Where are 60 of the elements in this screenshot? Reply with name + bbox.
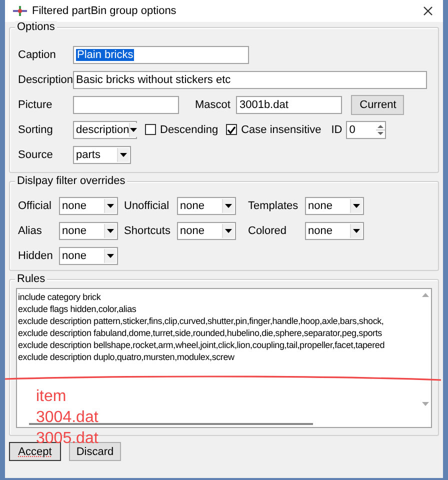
field-label: Official (18, 200, 52, 212)
group-title: Dislpay filter overrides (15, 175, 128, 187)
field-label: Colored (248, 224, 288, 236)
dropdown-arrow-icon (107, 204, 114, 208)
dropdown[interactable]: description (73, 120, 137, 138)
dropdown-arrow-icon (130, 128, 138, 132)
field-label: Sorting (18, 124, 54, 136)
rule-line: exclude description duplo,quatro,mursten,modulex,screw (18, 351, 236, 363)
checkbox-label: Descending (160, 124, 218, 136)
field-label: Caption (18, 48, 57, 60)
accept-button[interactable]: Accept (9, 442, 61, 461)
dropdown[interactable]: none (177, 222, 236, 240)
rule-line: exclude flags hidden,color,alias (18, 303, 138, 315)
checkbox[interactable] (226, 124, 238, 135)
checkbox[interactable] (145, 124, 156, 135)
rule-line: exclude description fabuland,dome,turret,side,rounded,hubelino,die,sphere,separator,peg,sports (18, 327, 383, 339)
dropdown[interactable]: none (305, 196, 364, 214)
group-title: Rules (15, 273, 48, 285)
horizontal-scrollbar[interactable] (29, 423, 313, 425)
discard-button[interactable]: Discard (69, 442, 121, 461)
field-label: Alias (18, 224, 43, 236)
text-field[interactable]: Plain bricks (73, 46, 249, 64)
dropdown[interactable]: none (59, 196, 118, 214)
text-field[interactable]: 3001b.dat (236, 96, 342, 114)
dropdown-arrow-icon (120, 152, 127, 156)
dropdown[interactable]: none (59, 222, 118, 240)
app-icon (13, 5, 27, 17)
annotation-text: 3004.dat (36, 408, 98, 428)
window-title: Filtered partBin group options (32, 5, 178, 17)
check-icon (227, 126, 236, 134)
annotation-text: item (36, 387, 66, 407)
field-label: Hidden (18, 250, 54, 262)
dropdown-arrow-icon (107, 228, 114, 232)
spin-field[interactable]: 0 (346, 120, 386, 138)
current-button[interactable]: Current (351, 94, 404, 114)
field-label: Unofficial (124, 200, 170, 212)
rule-line: exclude description pattern,sticker,fins,clip,curved,shutter,pin,finger,handle,hoop,axle,bars,shock, (18, 315, 385, 327)
dropdown-arrow-icon (353, 204, 360, 208)
dropdown[interactable]: none (59, 246, 118, 264)
dropdown-arrow-icon (225, 228, 232, 232)
group-title: Options (15, 21, 57, 33)
field-label: Templates (248, 200, 300, 212)
field-label: Picture (18, 98, 54, 110)
field-label: Mascot (195, 98, 230, 110)
field-label: Source (18, 148, 54, 160)
dropdown-arrow-icon (225, 204, 232, 208)
dropdown[interactable]: none (177, 196, 236, 214)
close-icon (423, 6, 433, 16)
field-label: Description (18, 74, 73, 86)
field-label: ID (331, 124, 342, 136)
dropdown-arrow-icon (353, 228, 360, 232)
dropdown[interactable]: none (305, 222, 364, 240)
dropdown-arrow-icon (107, 254, 114, 258)
text-field[interactable]: Basic bricks without stickers etc (73, 70, 427, 88)
rule-line: exclude description bellshape,rocket,arm,wheel,joint,click,lion,coupling,tail,propeller,facet,tapered (18, 339, 386, 351)
text-field[interactable] (73, 96, 179, 114)
checkbox-label: Case insensitive (241, 124, 322, 136)
field-label: Shortcuts (124, 224, 172, 236)
dropdown[interactable]: parts (73, 146, 131, 164)
rule-line: include category brick (18, 291, 102, 303)
